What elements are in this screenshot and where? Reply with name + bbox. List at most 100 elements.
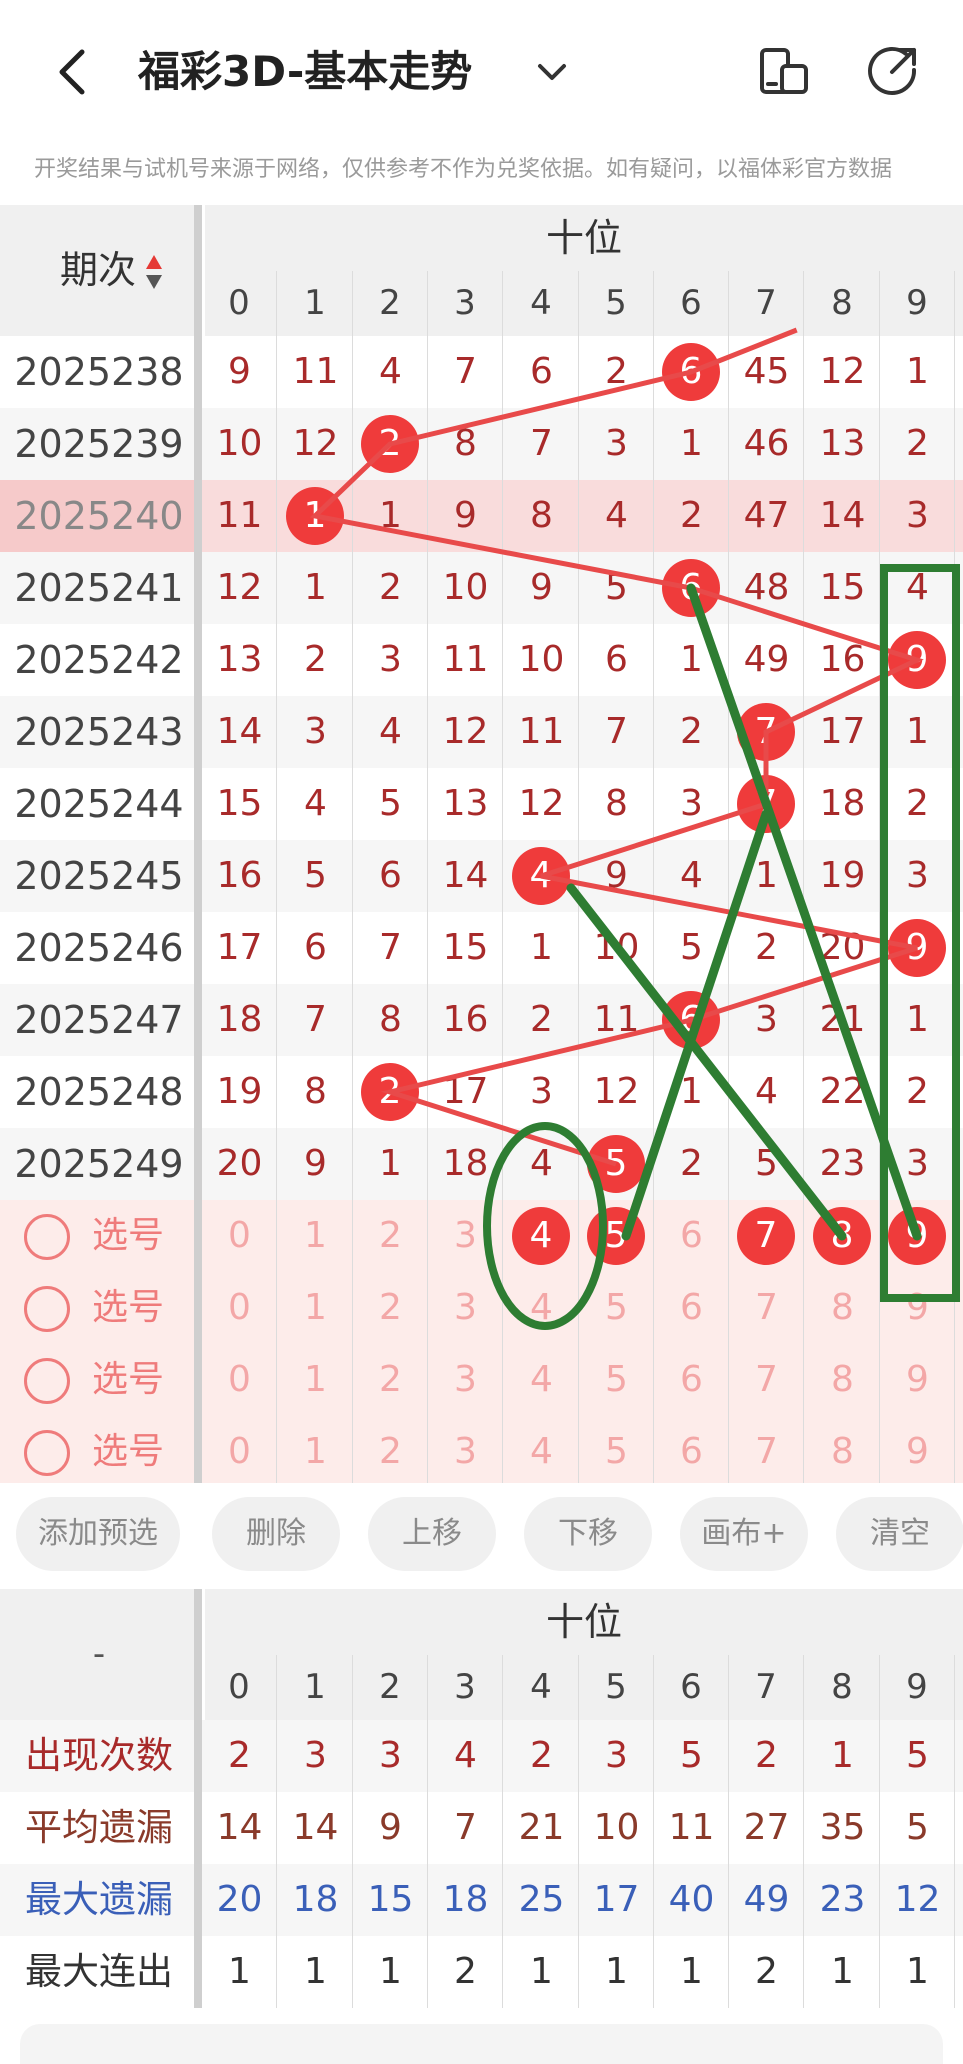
select-number-cell[interactable]: 3 [428, 1344, 503, 1416]
stats-value-cell: 1 [530, 1951, 553, 1992]
chevron-left-icon[interactable] [48, 44, 104, 100]
select-number-cell[interactable]: 1 [278, 1200, 353, 1272]
miss-count-cell: 46 [743, 423, 790, 464]
stats-grid-line [879, 1655, 880, 2008]
select-number-cell[interactable]: 5 [579, 1416, 654, 1488]
select-label[interactable]: 选号 [92, 1344, 164, 1416]
action-button[interactable]: 清空 [836, 1497, 963, 1571]
select-number-cell[interactable]: 9 [880, 1344, 955, 1416]
select-number-cell[interactable]: 8 [805, 1344, 880, 1416]
hit-ball: 2 [361, 1063, 419, 1121]
stats-value-cell: 15 [367, 1879, 414, 1920]
miss-count-cell: 8 [304, 1071, 327, 1112]
action-button[interactable]: 添加预选 [16, 1497, 180, 1571]
select-number-cell[interactable]: 5 [579, 1272, 654, 1344]
select-number-cell[interactable]: 2 [353, 1344, 428, 1416]
select-radio[interactable] [24, 1358, 70, 1404]
select-number-cell[interactable]: 4 [504, 1344, 579, 1416]
action-button-row: 添加预选 删除 上移 下移 画布+ 清空 [0, 1483, 963, 1583]
select-label[interactable]: 选号 [92, 1272, 164, 1344]
select-number-cell[interactable]: 7 [729, 1344, 804, 1416]
stats-header-digit-3: 3 [454, 1667, 476, 1707]
stats-value-cell: 1 [906, 1951, 929, 1992]
stats-grid-line [954, 1655, 955, 2008]
select-radio[interactable] [24, 1286, 70, 1332]
bottom-panel-edge [20, 2024, 943, 2064]
miss-count-cell: 9 [304, 1143, 327, 1184]
select-number-cell[interactable]: 0 [202, 1272, 277, 1344]
action-button[interactable]: 下移 [524, 1497, 652, 1571]
action-button[interactable]: 画布+ [680, 1497, 808, 1571]
select-row: 选号 0 1 2 3 4 5 6 7 8 9 [0, 1344, 963, 1416]
select-number-cell[interactable]: 4 [504, 1272, 579, 1344]
chevron-down-icon[interactable] [534, 54, 570, 90]
select-number-cell[interactable]: 5 [579, 1344, 654, 1416]
select-number-cell[interactable]: 3 [428, 1416, 503, 1488]
miss-count-cell: 10 [593, 927, 640, 968]
stats-value-cell: 4 [454, 1735, 477, 1776]
select-label[interactable]: 选号 [92, 1416, 164, 1488]
select-number-cell[interactable]: 3 [428, 1200, 503, 1272]
select-number-cell[interactable]: 2 [353, 1200, 428, 1272]
select-radio[interactable] [24, 1214, 70, 1260]
select-number-cell[interactable]: 1 [278, 1416, 353, 1488]
select-radio[interactable] [24, 1430, 70, 1476]
select-number-cell[interactable]: 6 [654, 1200, 729, 1272]
stats-value-cell: 21 [518, 1807, 565, 1848]
select-number-cell[interactable]: 0 [202, 1200, 277, 1272]
selected-ball[interactable]: 7 [737, 1207, 795, 1265]
select-label[interactable]: 选号 [92, 1200, 164, 1272]
period-header-label: 期次 [60, 248, 137, 292]
miss-count-cell: 3 [906, 1143, 929, 1184]
miss-count-cell: 20 [819, 927, 866, 968]
select-number-cell[interactable]: 9 [880, 1416, 955, 1488]
hit-ball: 5 [587, 1135, 645, 1193]
stats-table: - 十位 0123456789 出现次数 2 3 3 4 2 3 5 2 1 5 平均遗漏 14 14 9 7… [0, 1589, 963, 2014]
table-divider [194, 205, 202, 1488]
hit-ball: 6 [662, 991, 720, 1049]
select-number-cell[interactable]: 6 [654, 1416, 729, 1488]
select-number-cell[interactable]: 2 [353, 1416, 428, 1488]
select-number-cell[interactable]: 7 [729, 1416, 804, 1488]
select-number-cell[interactable]: 8 [805, 1416, 880, 1488]
miss-count-cell: 17 [442, 1071, 489, 1112]
grid-line [352, 271, 353, 1488]
select-number-cell[interactable]: 1 [278, 1344, 353, 1416]
miss-count-cell: 18 [442, 1143, 489, 1184]
sort-icon[interactable] [144, 253, 164, 293]
select-number-cell[interactable]: 7 [729, 1272, 804, 1344]
miss-count-cell: 15 [819, 567, 866, 608]
stats-grid-line [728, 1655, 729, 2008]
select-number-cell[interactable]: 0 [202, 1416, 277, 1488]
select-number-cell[interactable]: 6 [654, 1272, 729, 1344]
stats-value-cell: 1 [831, 1735, 854, 1776]
selected-ball[interactable]: 9 [888, 1207, 946, 1265]
action-button[interactable]: 删除 [212, 1497, 340, 1571]
grid-line [427, 271, 428, 1488]
selected-ball[interactable]: 5 [587, 1207, 645, 1265]
selected-ball[interactable]: 4 [512, 1207, 570, 1265]
selected-ball[interactable]: 8 [813, 1207, 871, 1265]
phone-switch-icon[interactable] [758, 46, 810, 98]
select-number-cell[interactable]: 3 [428, 1272, 503, 1344]
select-number-cell[interactable]: 2 [353, 1272, 428, 1344]
miss-count-cell: 12 [593, 1071, 640, 1112]
share-arrow-icon[interactable] [866, 44, 920, 98]
miss-count-cell: 12 [442, 711, 489, 752]
select-number-cell[interactable]: 4 [504, 1416, 579, 1488]
select-number-cell[interactable]: 0 [202, 1344, 277, 1416]
select-number-cell[interactable]: 1 [278, 1272, 353, 1344]
select-number-cell[interactable]: 9 [880, 1272, 955, 1344]
select-number-cell[interactable]: 6 [654, 1344, 729, 1416]
page-title[interactable]: 福彩3D-基本走势 [138, 44, 472, 100]
period-label: 2025248 [14, 1070, 184, 1114]
miss-count-cell: 8 [530, 495, 553, 536]
select-number-cell[interactable]: 8 [805, 1272, 880, 1344]
miss-count-cell: 2 [304, 639, 327, 680]
miss-count-cell: 19 [819, 855, 866, 896]
hit-ball: 6 [662, 343, 720, 401]
miss-count-cell: 3 [906, 495, 929, 536]
stats-value-cell: 40 [668, 1879, 715, 1920]
action-button[interactable]: 上移 [368, 1497, 496, 1571]
period-header[interactable]: 期次 [0, 205, 198, 336]
